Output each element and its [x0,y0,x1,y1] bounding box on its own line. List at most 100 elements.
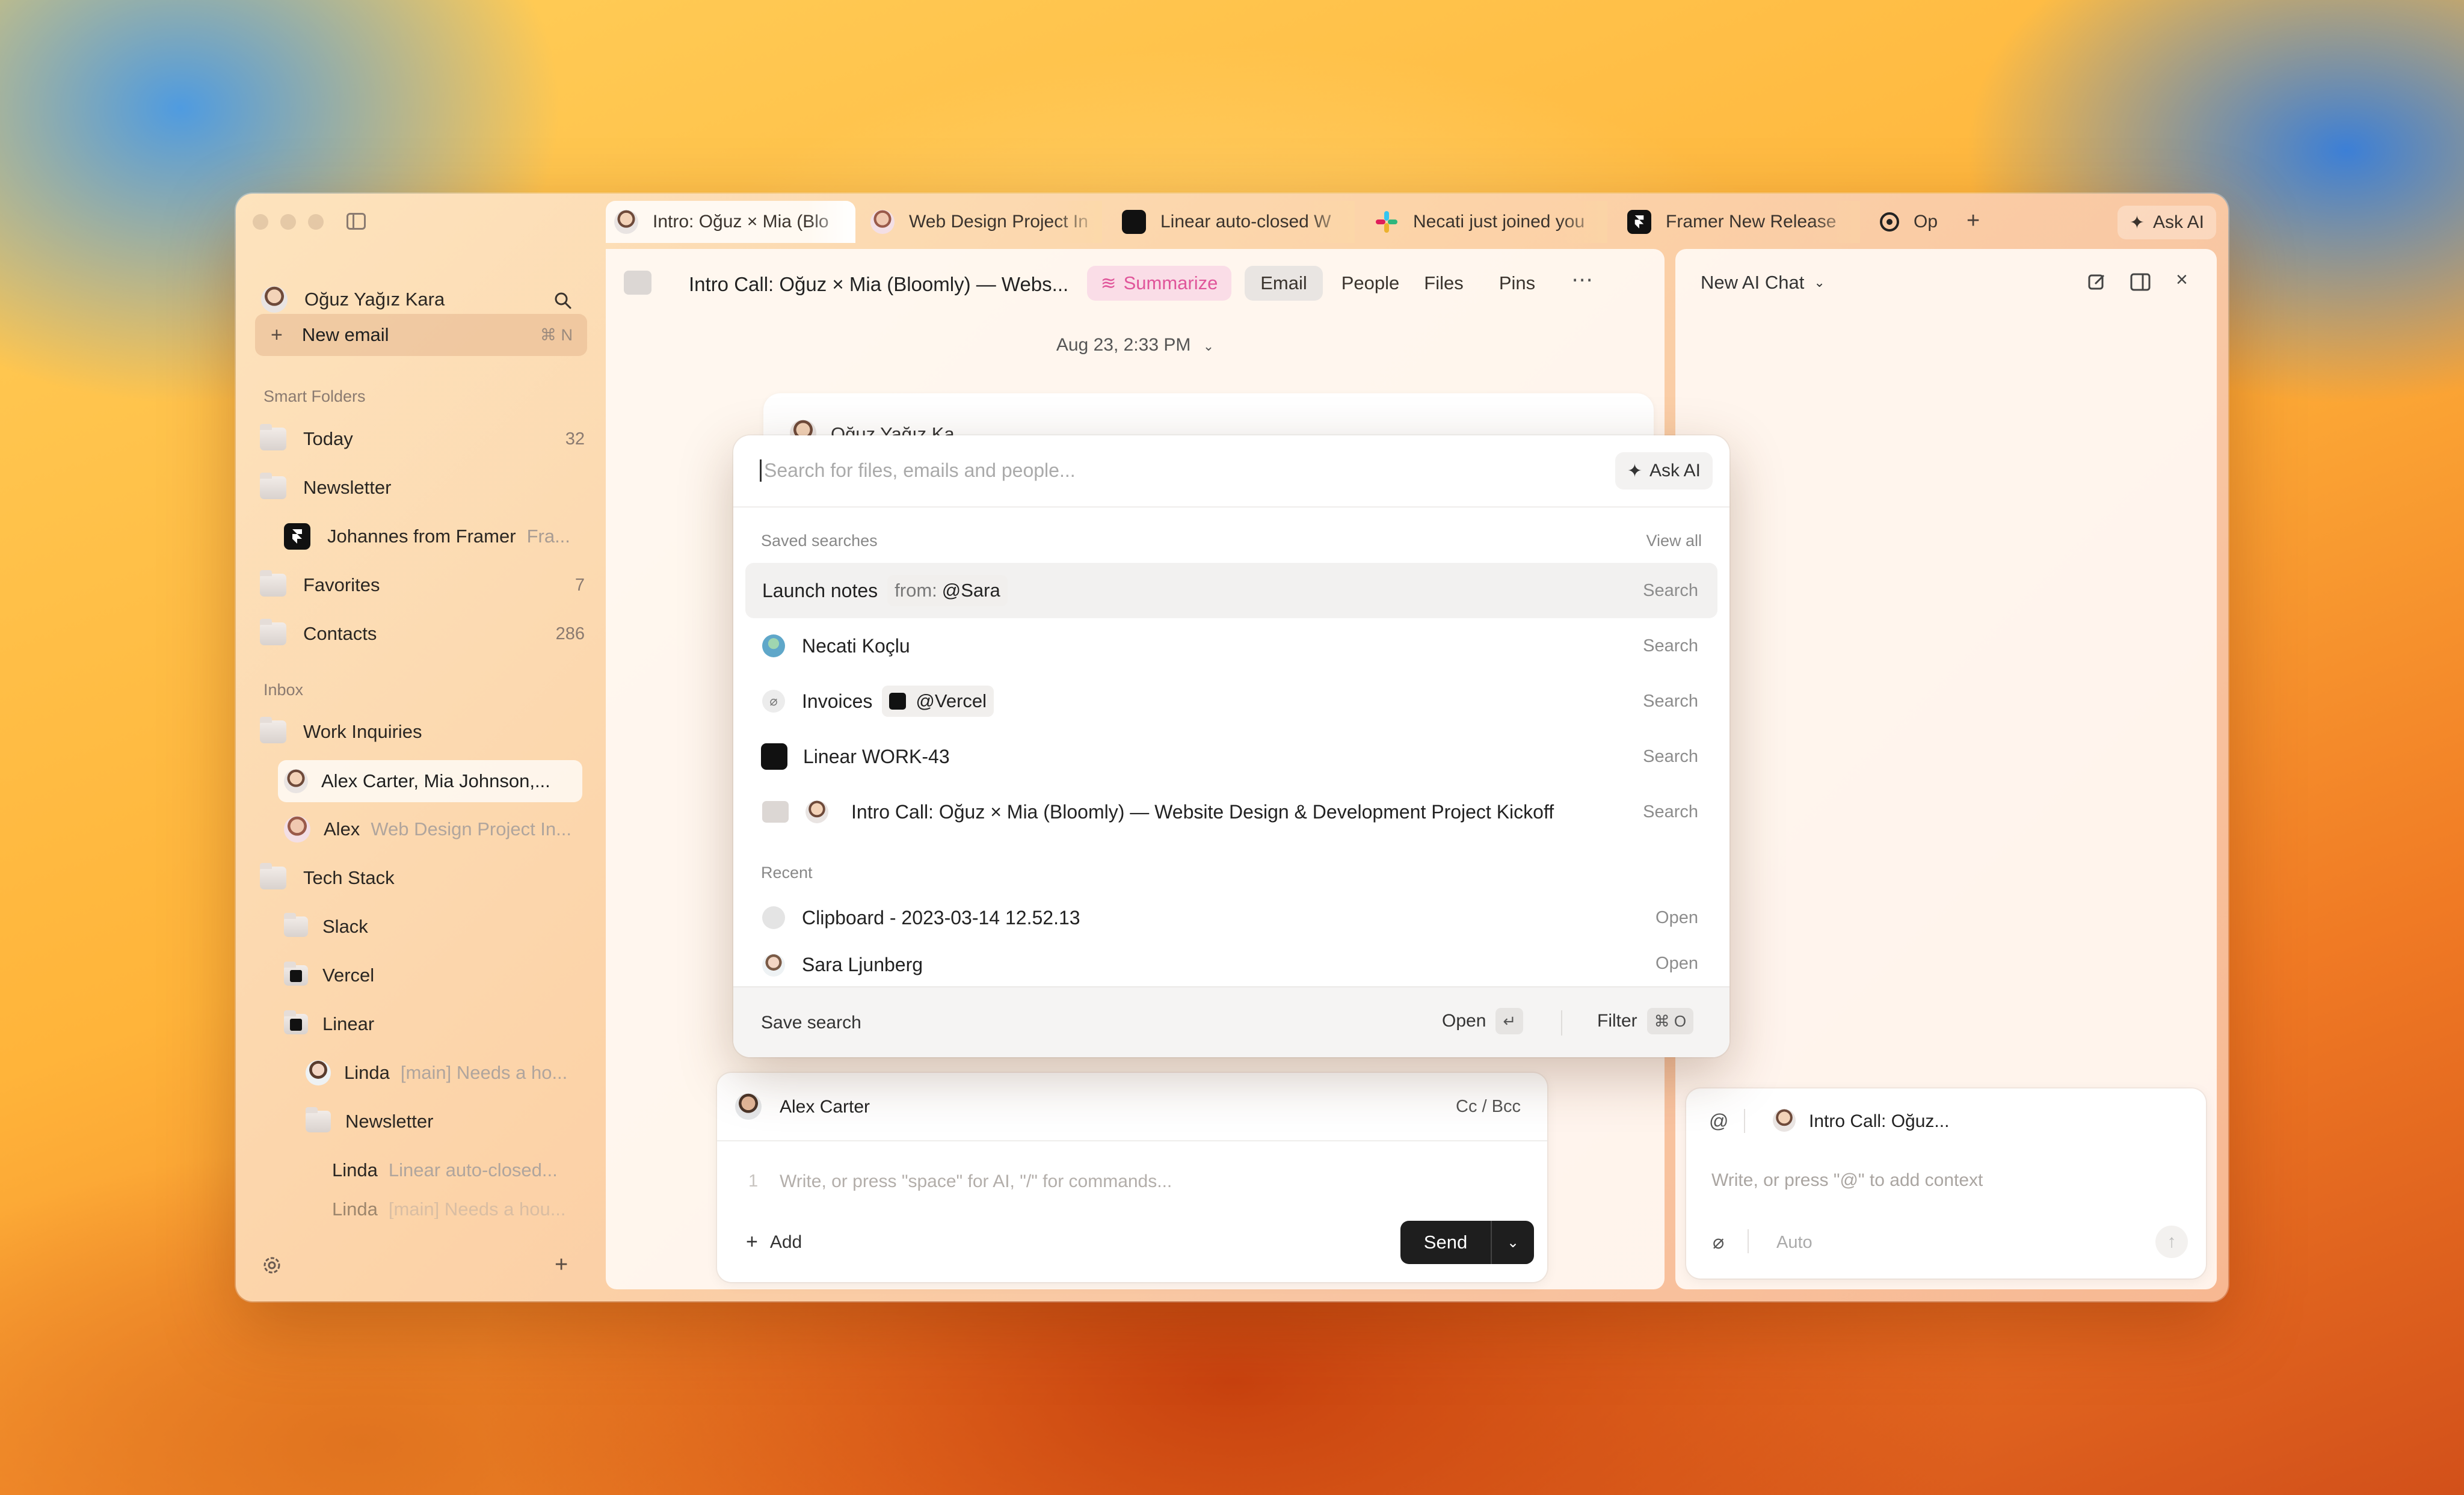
model-selector[interactable]: Auto [1776,1233,1813,1253]
smart-folders-heading: Smart Folders [263,387,366,405]
email-subject: Intro Call: Oğuz × Mia (Bloomly) — Webs.… [689,273,1069,295]
sparkle-icon: ✦ [2129,212,2145,233]
paperclip-icon[interactable]: ⌀ [1713,1230,1724,1253]
more-options-icon[interactable]: ⋯ [1571,267,1593,292]
tab-openai[interactable]: Op [1869,201,1944,243]
close-panel-icon[interactable]: × [2176,268,2188,292]
ask-ai-label: Ask AI [2152,212,2204,232]
tech-stack-linear[interactable]: Linear [284,1004,374,1045]
chip-value: @Sara [941,580,1000,601]
add-folder-plus-icon[interactable]: + [555,1252,568,1278]
tab-label: Linear auto-closed W [1160,212,1331,232]
footer-divider [1561,1010,1562,1036]
ai-chat-input[interactable]: Write, or press "@" to add context [1711,1170,1983,1191]
view-tab-label: Files [1424,272,1464,293]
chip-value: @Vercel [916,690,987,711]
ask-ai-tab-button[interactable]: ✦ Ask AI [2117,206,2216,239]
tab-web-design[interactable]: Web Design Project In [858,201,1102,243]
thread-linda-2[interactable]: Linda Linear auto-closed... [332,1150,591,1191]
inbox-folder-tech-stack[interactable]: Tech Stack [260,858,395,898]
view-tab-email[interactable]: Email [1245,266,1323,301]
sidebar-toggle-icon[interactable] [346,213,366,230]
cc-bcc-button[interactable]: Cc / Bcc [1456,1097,1521,1117]
chevron-down-icon: ⌄ [1814,275,1825,290]
smart-folder-newsletter[interactable]: Newsletter [260,467,585,508]
folder-label: Favorites [303,574,380,595]
composer-body-input[interactable]: Write, or press "space" for AI, "/" for … [780,1171,1172,1192]
tab-intro[interactable]: Intro: Oğuz × Mia (Blo [606,201,855,243]
view-tab-people[interactable]: People [1331,266,1409,301]
sara-avatar [762,954,785,977]
thread-label: Alex [324,818,360,840]
folder-label: Contacts [303,623,377,644]
saved-search-invoices[interactable]: ⌀ Invoices @Vercel Search [745,674,1717,729]
framer-icon [284,523,310,550]
recent-clipboard[interactable]: Clipboard - 2023-03-14 12.52.13 Open [745,890,1717,945]
filter-action[interactable]: Filter ⌘ O [1597,1008,1694,1034]
saved-search-necati[interactable]: Necati Koçlu Search [745,618,1717,674]
new-email-button[interactable]: + New email ⌘ N [255,314,587,356]
open-action[interactable]: Open ↵ [1442,1008,1524,1034]
email-date-label: Aug 23, 2:33 PM [1056,335,1191,355]
saved-search-label: Invoices [802,690,873,712]
group-avatar [284,769,308,793]
send-arrow-up-icon[interactable]: ↑ [2155,1226,2188,1258]
thread-linda-1[interactable]: Linda [main] Needs a ho... [306,1052,588,1093]
group-avatar [1773,1109,1796,1132]
folder-count: 32 [565,429,585,449]
archive-icon[interactable] [624,271,651,295]
tab-necati[interactable]: Necati just joined you [1364,201,1607,243]
panel-layout-icon[interactable] [2130,273,2151,291]
search-input[interactable]: Search for files, emails and people... [760,459,1076,482]
tab-label: Op [1914,212,1938,232]
view-tab-pins[interactable]: Pins [1484,266,1550,301]
search-icon[interactable] [553,291,573,310]
new-tab-plus-icon[interactable]: + [1967,208,1980,234]
save-search-button[interactable]: Save search [761,1013,861,1033]
view-tab-files[interactable]: Files [1411,266,1477,301]
context-divider [1744,1109,1745,1133]
ask-ai-button[interactable]: ✦ Ask AI [1615,452,1713,490]
folder-label: Slack [322,916,368,937]
settings-gear-icon[interactable] [261,1254,283,1276]
smart-folder-favorites[interactable]: Favorites 7 [260,565,585,606]
inbox-folder-work-inquiries[interactable]: Work Inquiries [260,711,422,752]
send-button[interactable]: Send [1400,1232,1491,1253]
minimize-window-button[interactable] [280,214,296,230]
thread-alex-carter-selected[interactable]: Alex Carter, Mia Johnson,... [278,760,582,802]
search-divider [733,506,1729,508]
saved-search-launch-notes[interactable]: Launch notes from: @Sara Search [745,563,1717,618]
saved-search-linear[interactable]: Linear WORK-43 Search [745,729,1717,784]
zoom-window-button[interactable] [308,214,324,230]
linear-newsletter-folder[interactable]: Newsletter [306,1101,433,1142]
sidebar: Oğuz Yağız Kara + New email ⌘ N Smart Fo… [236,236,609,1301]
smart-folder-contacts[interactable]: Contacts 286 [260,613,585,654]
email-date[interactable]: Aug 23, 2:33 PM ⌄ [606,335,1665,355]
composer-divider [717,1140,1547,1141]
ai-chat-panel: New AI Chat ⌄ × @ Intro Call: Oğuz... Wr… [1675,249,2217,1289]
tech-stack-vercel[interactable]: Vercel [284,955,374,996]
chip-key: from: [895,580,937,601]
tab-linear[interactable]: Linear auto-closed W [1111,201,1355,243]
ai-chat-composer: @ Intro Call: Oğuz... Write, or press "@… [1686,1088,2206,1279]
summarize-button[interactable]: ≋ Summarize [1087,266,1231,301]
close-window-button[interactable] [253,214,268,230]
tab-framer[interactable]: Framer New Release [1616,201,1860,243]
folder-icon [260,863,286,889]
thread-linda-3[interactable]: Linda [main] Needs a hou... [332,1199,591,1219]
ai-chat-title-dropdown[interactable]: New AI Chat ⌄ [1701,272,1825,293]
saved-search-intro-call[interactable]: Intro Call: Oğuz × Mia (Bloomly) — Websi… [745,784,1717,840]
tech-stack-slack[interactable]: Slack [284,906,368,947]
account-avatar [261,286,288,313]
context-chip-label[interactable]: Intro Call: Oğuz... [1809,1111,1949,1132]
compose-edit-icon[interactable] [2087,272,2107,292]
thread-alex[interactable]: Alex Web Design Project In... [284,809,585,850]
recent-sara[interactable]: Sara Ljunberg Open [745,945,1717,979]
view-all-link[interactable]: View all [1646,532,1702,550]
thread-preview: [main] Needs a ho... [400,1062,568,1083]
smart-folder-today[interactable]: Today 32 [260,419,585,459]
smart-folder-johannes[interactable]: Johannes from Framer Fra... [284,516,585,557]
send-options-chevron-icon[interactable]: ⌄ [1491,1221,1534,1264]
at-mention-button[interactable]: @ [1709,1110,1728,1132]
add-attachment-button[interactable]: + Add [746,1230,802,1254]
